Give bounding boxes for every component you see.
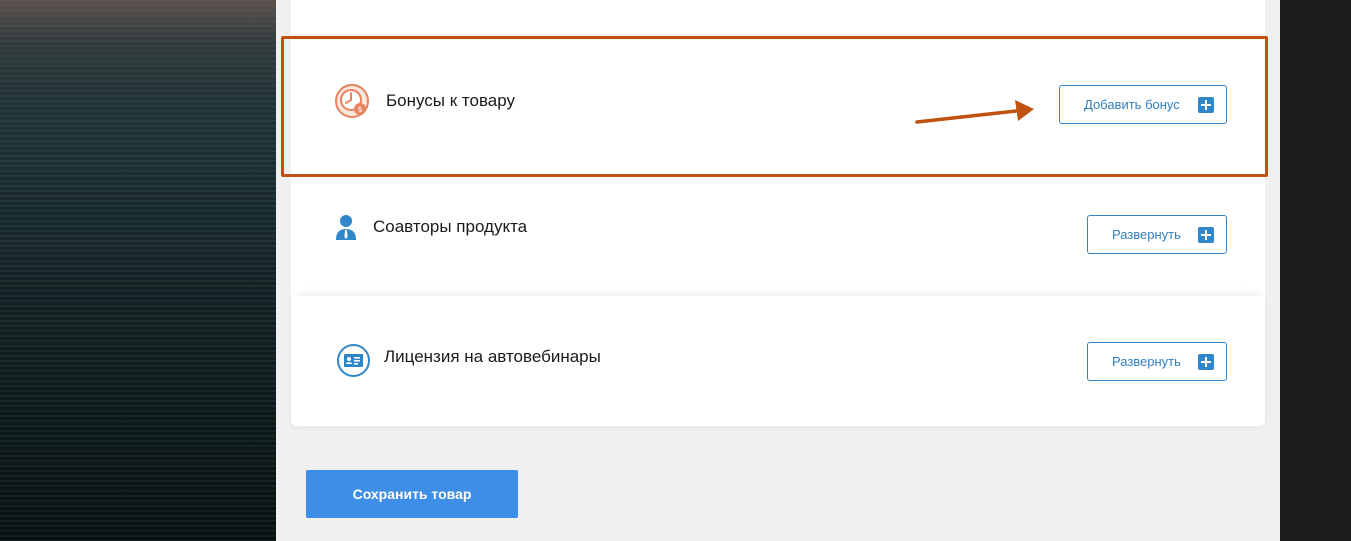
expand-coauthors-button-label: Развернуть bbox=[1112, 227, 1181, 242]
license-icon bbox=[336, 343, 371, 378]
highlight-frame bbox=[281, 36, 1268, 177]
user-icon bbox=[334, 213, 358, 241]
background-photo bbox=[0, 0, 276, 541]
plus-icon bbox=[1198, 353, 1214, 370]
arrow-annotation-icon bbox=[915, 100, 1034, 124]
expand-license-button-label: Развернуть bbox=[1112, 354, 1181, 369]
license-section-title: Лицензия на автовебинары bbox=[384, 347, 601, 366]
save-product-button[interactable]: Сохранить товар bbox=[306, 470, 518, 518]
expand-license-button[interactable]: Развернуть bbox=[1087, 342, 1227, 381]
expand-coauthors-button[interactable]: Развернуть bbox=[1087, 215, 1227, 254]
coauthors-section-title: Соавторы продукта bbox=[373, 217, 528, 236]
plus-icon bbox=[1198, 226, 1214, 243]
right-panel-background bbox=[1280, 0, 1351, 541]
